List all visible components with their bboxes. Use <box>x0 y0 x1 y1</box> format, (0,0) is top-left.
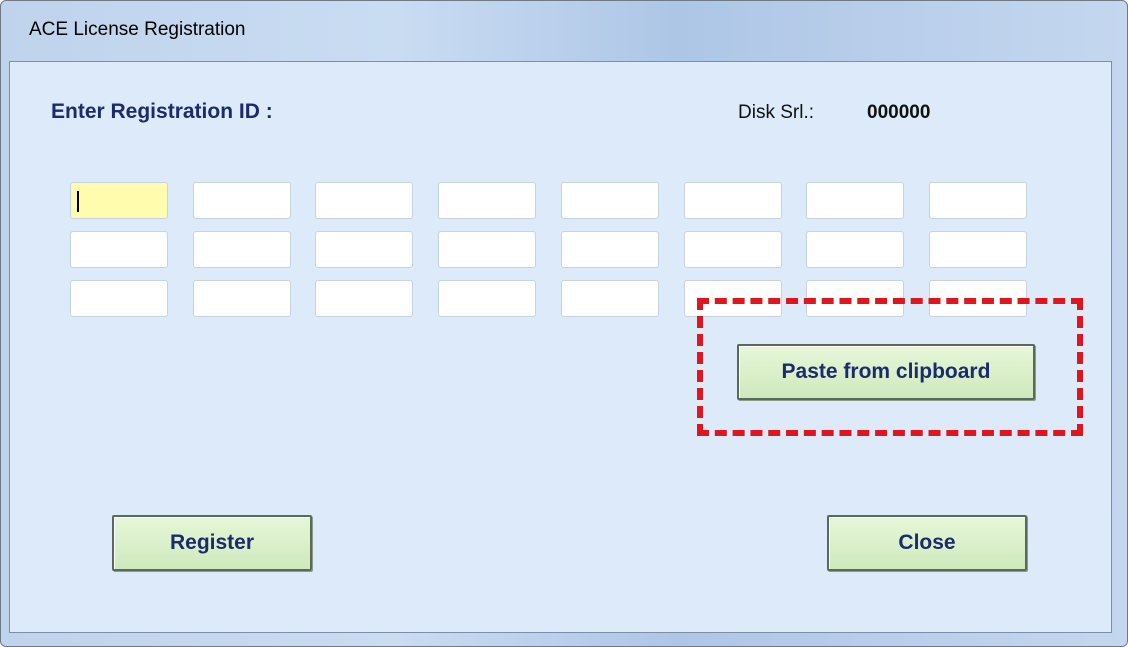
dialog-body: Enter Registration ID : Disk Srl.: 00000… <box>9 61 1112 633</box>
id-field-r3-c2[interactable] <box>193 280 291 317</box>
id-field-r2-c3[interactable] <box>315 231 413 268</box>
id-field-r1-c2[interactable] <box>193 182 291 219</box>
id-field-r1-c1[interactable] <box>70 182 168 219</box>
registration-window: ACE License Registration Enter Registrat… <box>0 0 1128 647</box>
id-field-r3-c5[interactable] <box>561 280 659 317</box>
id-field-r2-c5[interactable] <box>561 231 659 268</box>
id-field-r3-c6[interactable] <box>684 280 782 317</box>
id-field-r1-c7[interactable] <box>806 182 904 219</box>
id-field-r2-c2[interactable] <box>193 231 291 268</box>
registration-id-grid <box>70 182 1030 322</box>
id-field-r3-c7[interactable] <box>806 280 904 317</box>
disk-serial-label: Disk Srl.: <box>738 102 814 123</box>
id-field-r1-c8[interactable] <box>929 182 1027 219</box>
id-field-r2-c6[interactable] <box>684 231 782 268</box>
id-field-r1-c5[interactable] <box>561 182 659 219</box>
id-field-r3-c1[interactable] <box>70 280 168 317</box>
id-field-r1-c6[interactable] <box>684 182 782 219</box>
close-button[interactable]: Close <box>827 515 1027 571</box>
id-field-r2-c8[interactable] <box>929 231 1027 268</box>
register-button[interactable]: Register <box>112 515 312 571</box>
id-field-r2-c7[interactable] <box>806 231 904 268</box>
id-field-r1-c4[interactable] <box>438 182 536 219</box>
id-field-r3-c3[interactable] <box>315 280 413 317</box>
id-field-r1-c3[interactable] <box>315 182 413 219</box>
id-field-r2-c4[interactable] <box>438 231 536 268</box>
disk-serial-value: 000000 <box>867 102 931 123</box>
registration-id-heading: Enter Registration ID : <box>51 100 273 123</box>
paste-from-clipboard-button[interactable]: Paste from clipboard <box>737 344 1035 400</box>
text-cursor <box>77 191 79 212</box>
id-field-r3-c4[interactable] <box>438 280 536 317</box>
id-field-r2-c1[interactable] <box>70 231 168 268</box>
id-field-r3-c8[interactable] <box>929 280 1027 317</box>
title-bar[interactable]: ACE License Registration <box>1 1 1127 61</box>
window-title: ACE License Registration <box>29 19 246 40</box>
